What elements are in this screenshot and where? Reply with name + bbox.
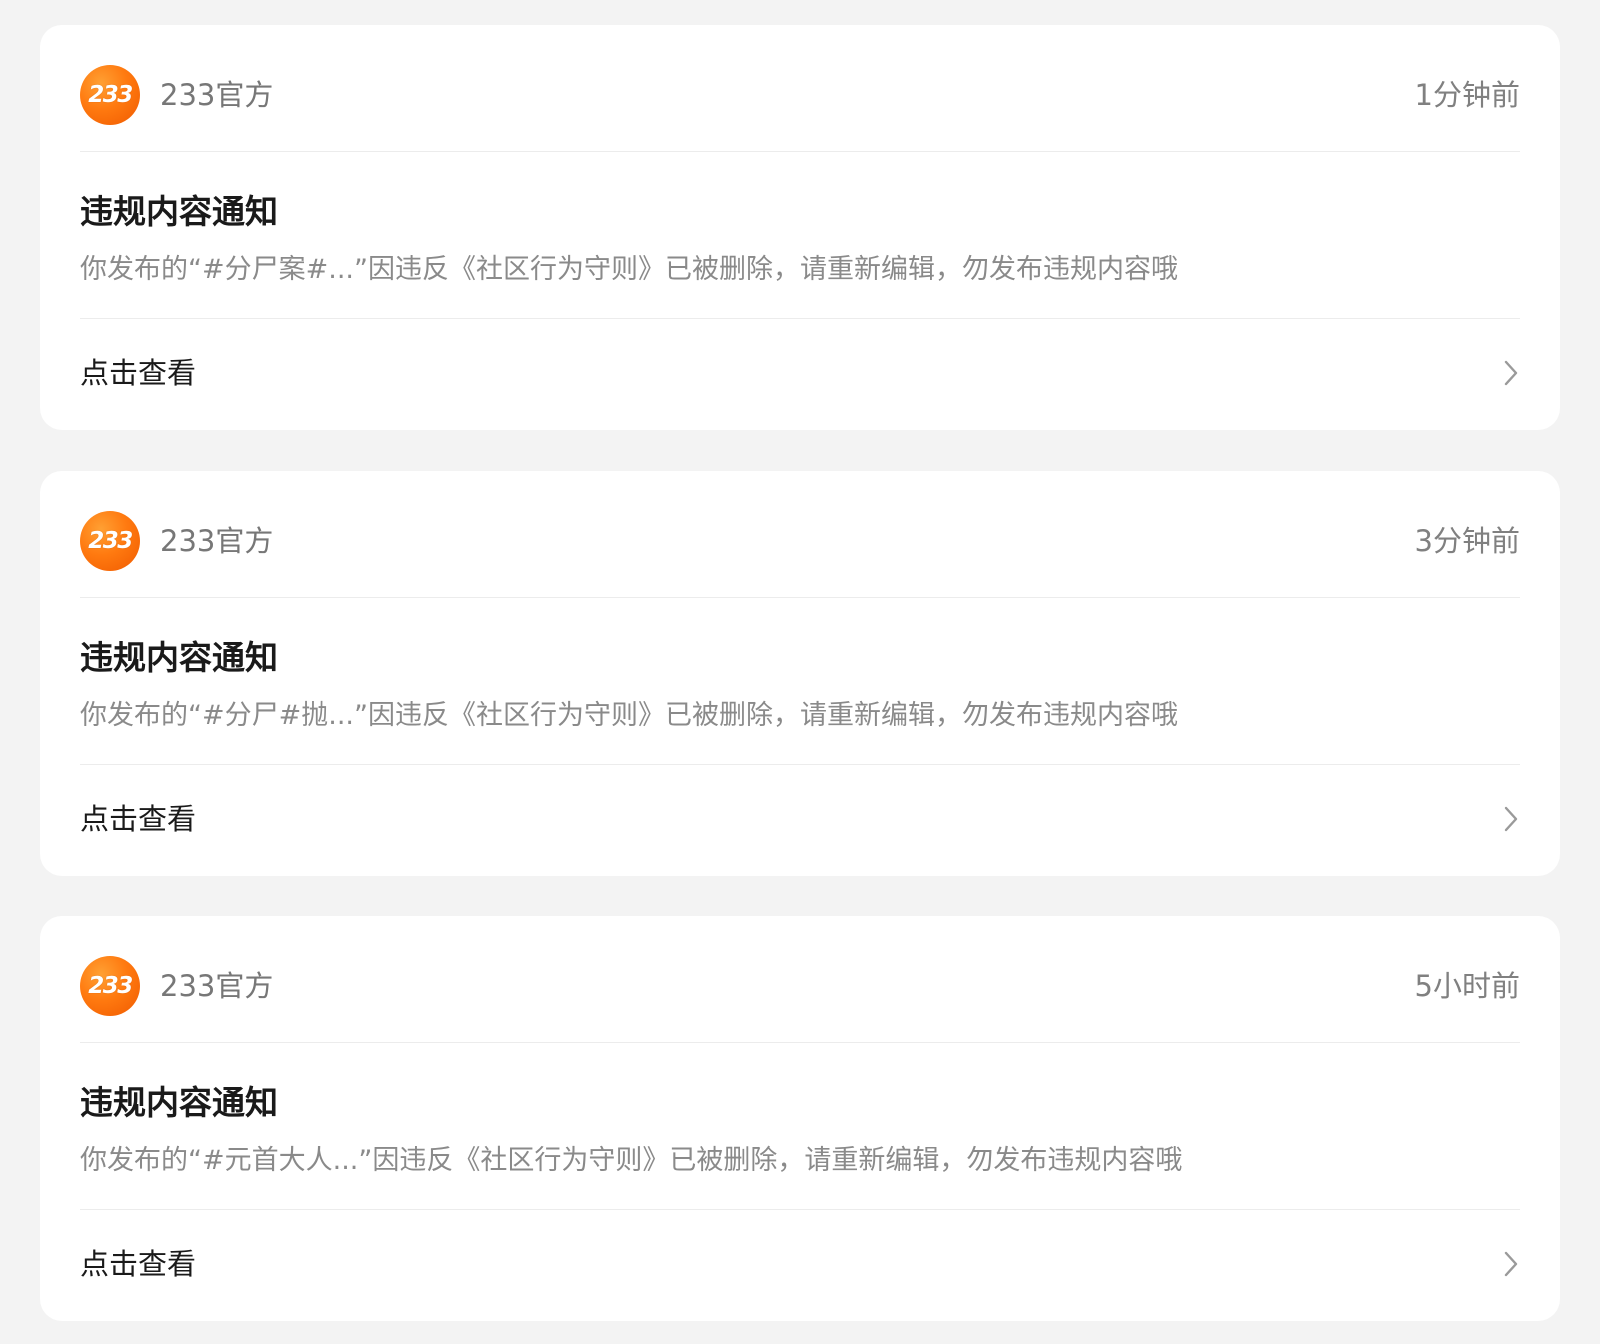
card-header: 233 233官方 5小时前 — [80, 916, 1520, 1043]
sender-name: 233官方 — [160, 78, 274, 112]
233-logo-icon: 233 — [88, 82, 133, 108]
233-logo-icon: 233 — [88, 528, 133, 554]
view-details-button[interactable]: 点击查看 — [80, 765, 1520, 876]
card-body: 违规内容通知 你发布的“#分尸#抛...”因违反《社区行为守则》已被删除，请重新… — [80, 598, 1520, 765]
view-details-button[interactable]: 点击查看 — [80, 1210, 1520, 1321]
notification-card: 233 233官方 1分钟前 违规内容通知 你发布的“#分尸案#...”因违反《… — [40, 25, 1560, 430]
timestamp: 1分钟前 — [1414, 78, 1520, 112]
card-header: 233 233官方 3分钟前 — [80, 471, 1520, 598]
233-logo-icon: 233 — [88, 973, 133, 999]
notification-description: 你发布的“#分尸#抛...”因违反《社区行为守则》已被删除，请重新编辑，勿发布违… — [80, 700, 1178, 731]
chevron-right-icon — [1504, 806, 1518, 832]
notification-card: 233 233官方 3分钟前 违规内容通知 你发布的“#分尸#抛...”因违反《… — [40, 471, 1560, 876]
avatar: 233 — [80, 511, 140, 571]
notification-card: 233 233官方 5小时前 违规内容通知 你发布的“#元首大人...”因违反《… — [40, 916, 1560, 1321]
sender-name: 233官方 — [160, 524, 274, 558]
timestamp: 3分钟前 — [1414, 524, 1520, 558]
timestamp: 5小时前 — [1414, 969, 1520, 1003]
avatar: 233 — [80, 956, 140, 1016]
view-details-label: 点击查看 — [80, 1247, 197, 1281]
notification-title: 违规内容通知 — [80, 192, 278, 231]
sender-name: 233官方 — [160, 969, 274, 1003]
chevron-right-icon — [1504, 1251, 1518, 1277]
avatar: 233 — [80, 65, 140, 125]
notification-description: 你发布的“#元首大人...”因违反《社区行为守则》已被删除，请重新编辑，勿发布违… — [80, 1145, 1183, 1176]
notification-title: 违规内容通知 — [80, 638, 278, 677]
notification-title: 违规内容通知 — [80, 1083, 278, 1122]
card-body: 违规内容通知 你发布的“#元首大人...”因违反《社区行为守则》已被删除，请重新… — [80, 1043, 1520, 1210]
notification-description: 你发布的“#分尸案#...”因违反《社区行为守则》已被删除，请重新编辑，勿发布违… — [80, 254, 1178, 285]
card-body: 违规内容通知 你发布的“#分尸案#...”因违反《社区行为守则》已被删除，请重新… — [80, 152, 1520, 319]
view-details-label: 点击查看 — [80, 356, 197, 390]
view-details-label: 点击查看 — [80, 802, 197, 836]
chevron-right-icon — [1504, 360, 1518, 386]
card-header: 233 233官方 1分钟前 — [80, 25, 1520, 152]
view-details-button[interactable]: 点击查看 — [80, 319, 1520, 430]
